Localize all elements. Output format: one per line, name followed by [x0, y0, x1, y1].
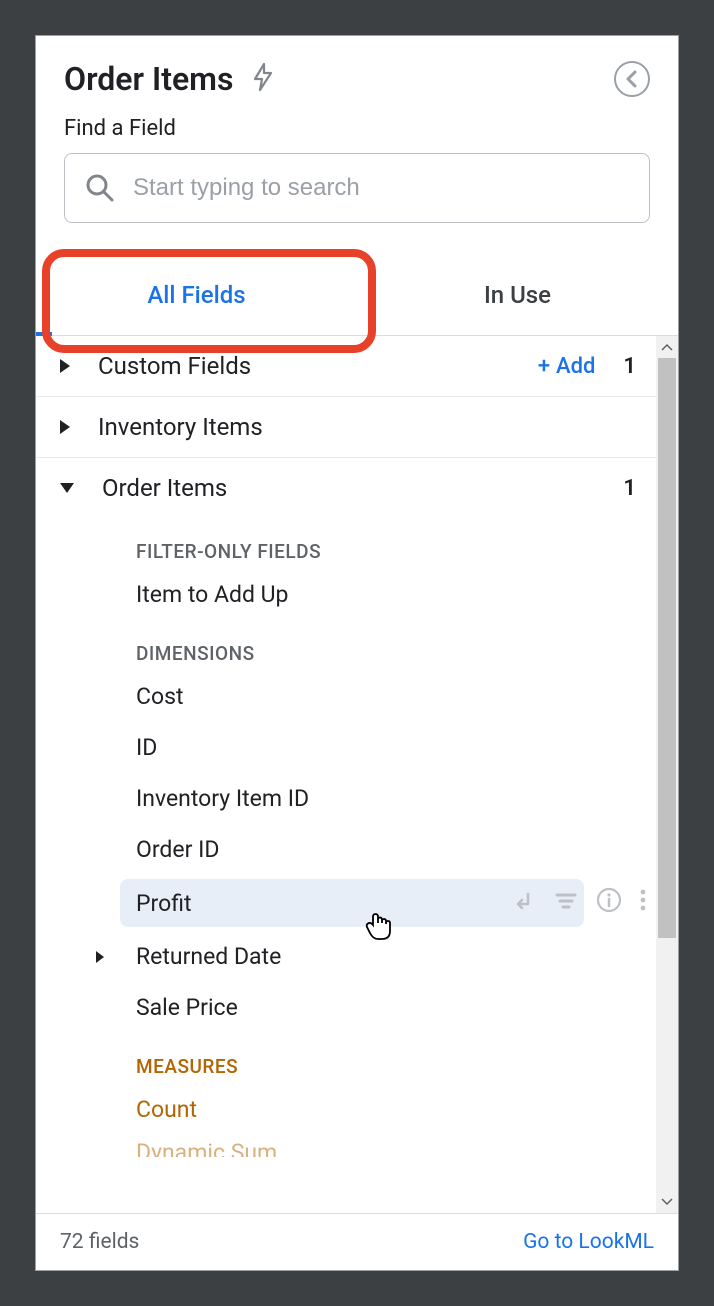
filter-icon[interactable] [554, 888, 578, 918]
field-count[interactable]: Count [36, 1084, 656, 1135]
chevron-right-icon [60, 359, 70, 373]
quick-start-icon[interactable] [251, 62, 275, 96]
group-label: Order Items [102, 474, 623, 502]
plus-icon: + [538, 354, 550, 379]
search-box[interactable] [64, 153, 650, 223]
search-section: Find a Field [36, 106, 678, 241]
field-id[interactable]: ID [36, 722, 656, 773]
scroll-up-icon[interactable] [656, 336, 678, 358]
field-count-label: 72 fields [60, 1230, 139, 1254]
search-label: Find a Field [64, 116, 650, 141]
pivot-icon[interactable] [512, 888, 536, 918]
collapse-panel-button[interactable] [614, 61, 650, 97]
group-count: 1 [623, 476, 636, 501]
field-profit[interactable]: Profit [36, 875, 656, 931]
tabs: All Fields In Use [36, 253, 678, 336]
scroll-down-icon[interactable] [656, 1191, 678, 1213]
search-icon [85, 173, 115, 203]
tab-all-fields[interactable]: All Fields [36, 253, 357, 335]
section-measures: MEASURES [36, 1033, 656, 1084]
search-input[interactable] [131, 173, 629, 203]
more-options-icon[interactable] [640, 888, 646, 918]
cursor-hand-icon [364, 911, 394, 949]
footer: 72 fields Go to LookML [36, 1213, 678, 1270]
chevron-down-icon [60, 483, 74, 493]
group-inventory-items[interactable]: Inventory Items [36, 397, 656, 458]
field-sale-price[interactable]: Sale Price [36, 982, 656, 1033]
field-inventory-item-id[interactable]: Inventory Item ID [36, 773, 656, 824]
scrollbar-thumb[interactable] [658, 358, 676, 938]
header: Order Items [36, 36, 678, 106]
active-tab-underline [36, 332, 52, 336]
chevron-right-icon [96, 951, 104, 963]
group-label: Custom Fields [98, 352, 538, 380]
field-list: Custom Fields + Add 1 Inventory Items Or… [36, 336, 678, 1213]
scrollbar[interactable] [656, 336, 678, 1213]
go-to-lookml-link[interactable]: Go to LookML [523, 1230, 654, 1254]
group-custom-fields[interactable]: Custom Fields + Add 1 [36, 336, 656, 397]
field-returned-date[interactable]: Returned Date [36, 931, 656, 982]
page-title: Order Items [64, 60, 233, 98]
info-icon[interactable] [596, 887, 622, 919]
add-custom-field-button[interactable]: + Add [538, 354, 596, 379]
section-filter-only-fields: FILTER-ONLY FIELDS [36, 518, 656, 569]
tab-in-use[interactable]: In Use [357, 253, 678, 335]
group-order-items[interactable]: Order Items 1 [36, 458, 656, 518]
field-dynamic-sum[interactable]: Dynamic Sum [36, 1135, 656, 1157]
field-picker-panel: Order Items Find a Field All Fields In U… [35, 35, 679, 1271]
section-dimensions: DIMENSIONS [36, 620, 656, 671]
group-count: 1 [623, 354, 636, 379]
chevron-right-icon [60, 420, 70, 434]
field-item-to-add-up[interactable]: Item to Add Up [36, 569, 656, 620]
field-cost[interactable]: Cost [36, 671, 656, 722]
group-label: Inventory Items [98, 413, 636, 441]
field-order-id[interactable]: Order ID [36, 824, 656, 875]
